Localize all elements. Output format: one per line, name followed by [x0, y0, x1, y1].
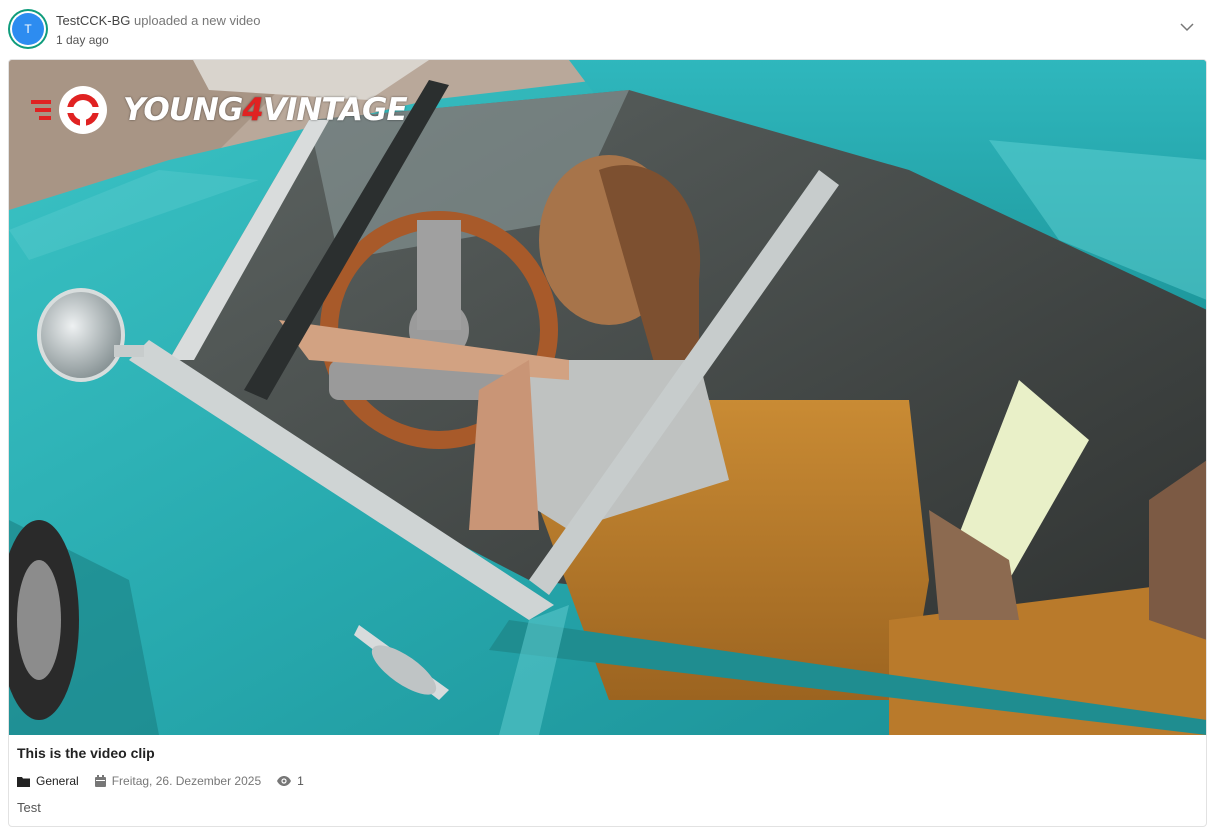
video-title[interactable]: This is the video clip: [17, 745, 155, 761]
logo-wordmark: YOUNG4VINTAGE: [123, 92, 408, 128]
video-category-link[interactable]: General: [17, 774, 79, 788]
activity-time: 1 day ago: [56, 33, 109, 47]
video-thumbnail: [9, 60, 1206, 735]
calendar-icon: [94, 775, 106, 787]
activity-line: TestCCK-BG uploaded a new video: [56, 13, 261, 28]
video-card: YOUNG4VINTAGE This is the video clip Gen…: [8, 59, 1207, 827]
logo-text-prefix: YOUNG: [123, 92, 243, 128]
chevron-down-icon: [1180, 23, 1194, 32]
user-name-link[interactable]: TestCCK-BG: [56, 13, 130, 28]
avatar[interactable]: T: [8, 9, 48, 49]
eye-icon: [277, 776, 292, 786]
activity-feed-item: T TestCCK-BG uploaded a new video 1 day …: [0, 0, 1214, 833]
avatar-initial: T: [12, 13, 44, 45]
video-views-item: 1: [277, 774, 304, 788]
avatar-ring: T: [10, 11, 46, 47]
collapse-button[interactable]: [1178, 18, 1196, 36]
steering-wheel-logo-icon: [31, 86, 107, 134]
video-watermark-logo: YOUNG4VINTAGE: [29, 82, 408, 138]
logo-text-suffix: VINTAGE: [262, 92, 408, 128]
video-meta: General Freitag, 26. Dezember 2025 1: [17, 773, 320, 789]
video-view-count: 1: [297, 774, 304, 788]
video-date-item: Freitag, 26. Dezember 2025: [94, 774, 262, 788]
folder-icon: [17, 776, 30, 787]
logo-text-number: 4: [242, 92, 264, 128]
activity-header: T TestCCK-BG uploaded a new video 1 day …: [0, 0, 1214, 58]
video-description: Test: [17, 800, 41, 815]
activity-action: uploaded a new video: [134, 13, 261, 28]
video-player[interactable]: YOUNG4VINTAGE: [9, 60, 1206, 735]
video-date: Freitag, 26. Dezember 2025: [111, 774, 262, 788]
video-category: General: [36, 774, 79, 788]
